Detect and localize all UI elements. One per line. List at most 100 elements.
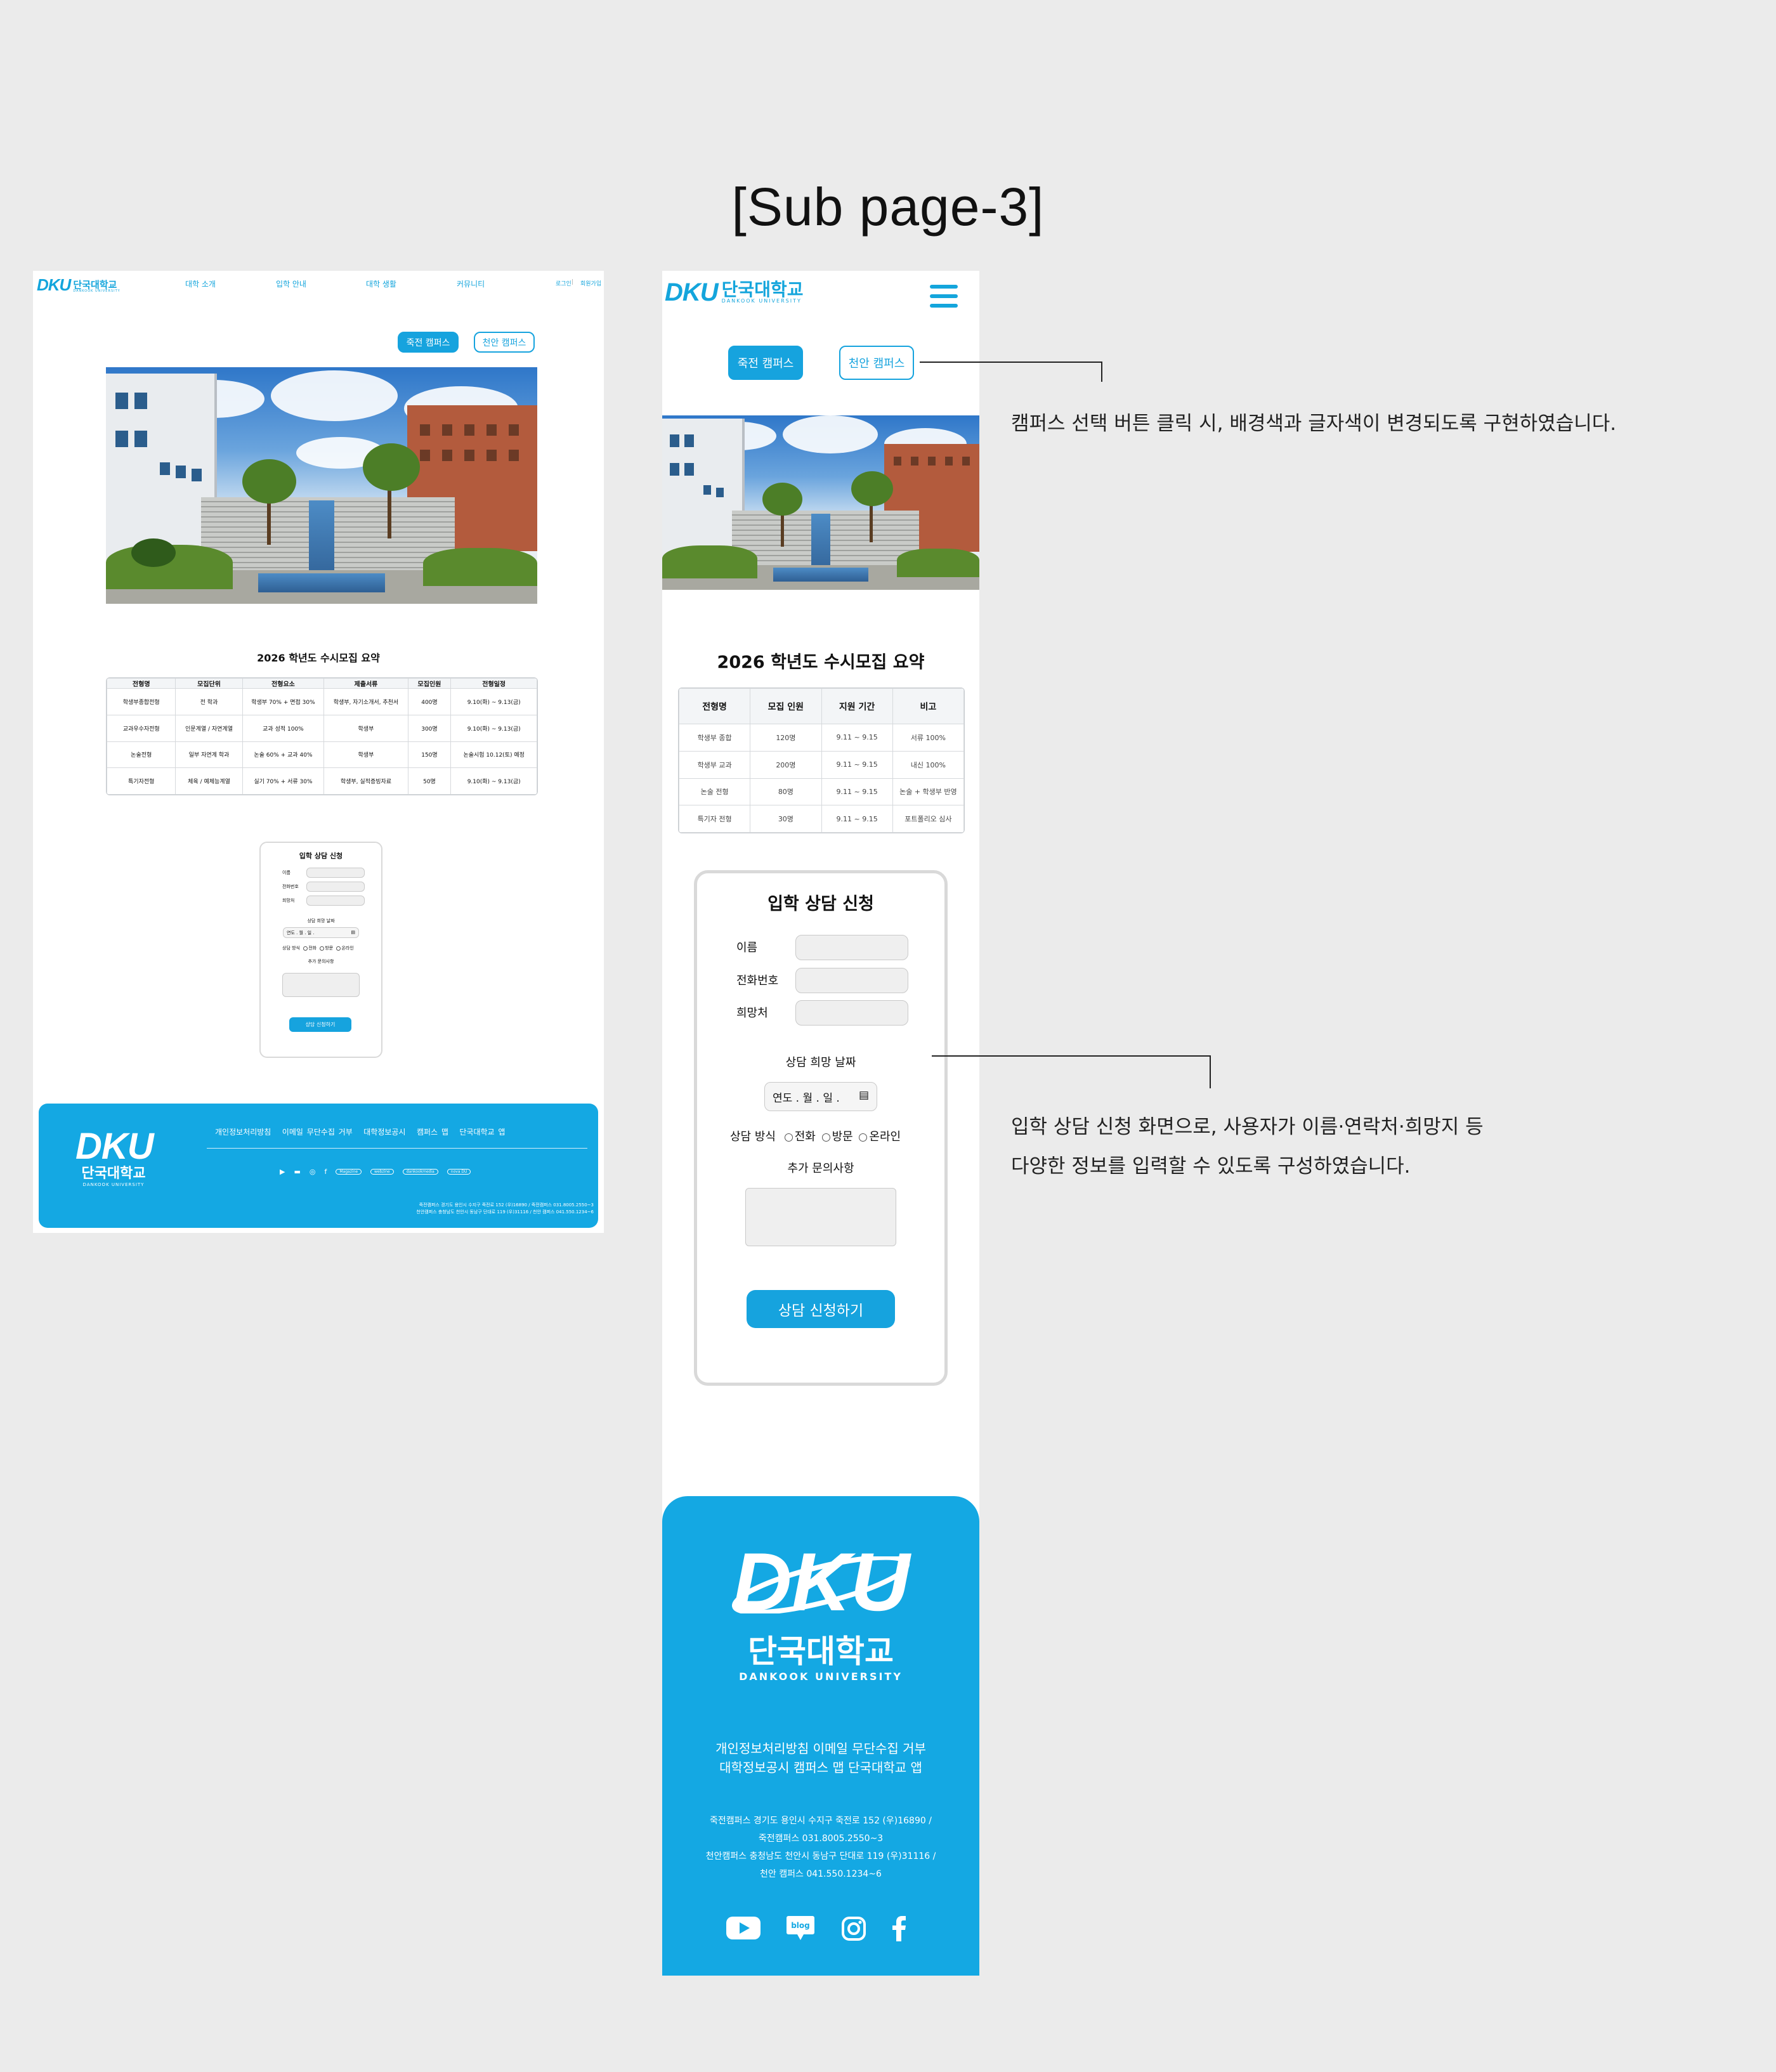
signup-link[interactable]: 회원가입 (580, 279, 601, 287)
footer-social: blog (726, 1913, 916, 1943)
nav-item-campus-life[interactable]: 대학 생활 (366, 278, 396, 289)
blog-icon[interactable]: ▬ (294, 1168, 300, 1176)
partner-magazine[interactable]: Magazine (336, 1169, 362, 1175)
table-cell: 학생부 (323, 741, 408, 769)
radio-visit[interactable] (821, 1133, 830, 1142)
table-cell: 논술시험 10.12(토) 예정 (450, 741, 537, 769)
annotation-form-line: 다양한 정보를 입력할 수 있도록 구성하였습니다. (1011, 1155, 1411, 1178)
footer: DKU 단국대학교 DANKOOK UNIVERSITY 개인정보처리방침 이메… (39, 1104, 598, 1228)
table-header: 전형명 (679, 688, 751, 724)
header-logo[interactable]: DKU 단국대학교 DANKOOK UNIVERSITY (37, 277, 121, 293)
table-cell: 체육 / 예체능계열 (175, 767, 243, 795)
radio-phone[interactable] (784, 1133, 793, 1142)
radio-online[interactable] (336, 946, 341, 951)
footer-logo-en: DANKOOK UNIVERSITY (82, 1182, 145, 1187)
calendar-icon[interactable]: ▤ (859, 1089, 869, 1102)
submit-button[interactable]: 상담 신청하기 (289, 1017, 351, 1032)
table-cell: 논술전형 (107, 741, 176, 769)
calendar-icon[interactable]: ▤ (351, 930, 355, 935)
footer-logo: DKU 단국대학교 DANKOOK UNIVERSITY (75, 1128, 154, 1188)
hamburger-menu-icon[interactable] (930, 285, 958, 308)
util-divider: | (571, 279, 574, 285)
table-cell: 120명 (750, 724, 822, 752)
consult-form: 입학 상담 신청 이름 전화번호 희망처 상담 희망 날짜 연도 . 월 . 일… (259, 842, 382, 1058)
footer-link-disclosure[interactable]: 대학정보공시 (363, 1128, 405, 1137)
table-header: 전형명 (107, 678, 176, 689)
table-header: 전형요소 (242, 678, 325, 689)
table-row: 학생부 교과 200명 9.11 ~ 9.15 내신 100% (679, 750, 964, 779)
table-row: 논술전형 일부 자연계 학과 논술 60% + 교과 40% 학생부 150명 … (107, 741, 537, 769)
phone-input[interactable] (306, 882, 365, 892)
instagram-icon[interactable]: ◎ (310, 1168, 316, 1176)
table-cell: 학생부 70% + 면접 30% (242, 688, 325, 715)
table-cell: 150명 (407, 741, 452, 769)
campus-button-cheonan[interactable]: 천안 캠퍼스 (839, 346, 914, 380)
extra-label: 추가 문의사항 (308, 959, 334, 964)
partner-novadu[interactable]: nova DU (447, 1169, 471, 1175)
table-header: 모집 인원 (750, 688, 822, 724)
table-cell: 9.11 ~ 9.15 (821, 724, 893, 752)
phone-input[interactable] (795, 968, 908, 993)
table-cell: 포트폴리오 심사 (892, 805, 964, 833)
youtube-icon[interactable]: ▶ (280, 1168, 285, 1176)
table-cell: 학생부, 자기소개서, 추천서 (323, 688, 408, 715)
table-cell: 80명 (750, 778, 822, 806)
footer-link-privacy[interactable]: 개인정보처리방침 (215, 1128, 271, 1137)
admission-table: 전형명 모집단위 전형요소 제출서류 모집인원 전형일정 학생부종합전형 전 학… (106, 677, 538, 795)
table-row: 논술 전형 80명 9.11 ~ 9.15 논술 + 학생부 반영 (679, 778, 964, 806)
summary-title: 2026 학년도 수시모집 요약 (257, 652, 380, 664)
login-link[interactable]: 로그인 (556, 279, 571, 287)
table-cell: 논술 60% + 교과 40% (242, 741, 325, 769)
extra-textarea[interactable] (282, 973, 360, 997)
extra-textarea[interactable] (745, 1188, 896, 1246)
date-placeholder: 연도 . 월 . 일 . (773, 1092, 840, 1105)
youtube-icon[interactable] (726, 1916, 761, 1940)
footer-link-app[interactable]: 단국대학교 앱 (459, 1128, 505, 1137)
annotation-leader-form-tick (1210, 1055, 1211, 1088)
nav-item-about[interactable]: 대학 소개 (185, 278, 216, 289)
date-input[interactable]: 연도 . 월 . 일 . ▤ (283, 927, 359, 938)
campus-button-jukjeon[interactable]: 죽전 캠퍼스 (728, 346, 803, 380)
instagram-icon[interactable] (841, 1916, 866, 1941)
blog-icon[interactable]: blog (786, 1915, 815, 1943)
phone-label: 전화번호 (736, 974, 779, 987)
hope-input[interactable] (306, 896, 365, 906)
name-input[interactable] (795, 935, 908, 960)
partner-webzine[interactable]: webzine (370, 1169, 394, 1175)
radio-phone-label: 전화 (794, 1130, 816, 1144)
nav-item-community[interactable]: 커뮤니티 (457, 278, 485, 289)
page-title: [Sub page-3] (731, 177, 1045, 237)
hope-input[interactable] (795, 1000, 908, 1026)
phone-label: 전화번호 (282, 884, 299, 889)
footer-links-line[interactable]: 개인정보처리방침 이메일 무단수집 거부 (662, 1739, 979, 1758)
table-cell: 9.11 ~ 9.15 (821, 805, 893, 833)
submit-button[interactable]: 상담 신청하기 (747, 1290, 895, 1328)
table-header: 지원 기간 (821, 688, 893, 724)
facebook-icon[interactable] (891, 1915, 907, 1941)
radio-phone[interactable] (303, 946, 308, 951)
date-placeholder: 연도 . 월 . 일 . (287, 930, 315, 935)
campus-button-cheonan[interactable]: 천안 캠퍼스 (474, 332, 535, 353)
table-header: 모집단위 (175, 678, 243, 689)
name-input[interactable] (306, 868, 365, 878)
radio-visit[interactable] (320, 946, 325, 951)
footer-logo-ko: 단국대학교 (748, 1633, 894, 1670)
name-label: 이름 (736, 941, 758, 955)
campus-button-jukjeon[interactable]: 죽전 캠퍼스 (398, 332, 459, 353)
date-input[interactable]: 연도 . 월 . 일 . ▤ (764, 1082, 877, 1111)
annotation-form-line: 입학 상담 신청 화면으로, 사용자가 이름·연락처·희망지 등 (1011, 1116, 1484, 1138)
footer-link-map[interactable]: 캠퍼스 맵 (417, 1128, 448, 1137)
radio-online[interactable] (859, 1133, 868, 1142)
nav-item-admission[interactable]: 입학 안내 (276, 278, 306, 289)
method-row: 상담 방식 전화 방문 온라인 (282, 945, 354, 951)
logo-name-en: DANKOOK UNIVERSITY (73, 289, 121, 293)
header-logo[interactable]: DKU 단국대학교 DANKOOK UNIVERSITY (665, 280, 803, 305)
facebook-icon[interactable]: f (324, 1168, 327, 1176)
dku-logo-mark: DKU (37, 275, 71, 294)
footer-links-line[interactable]: 대학정보공시 캠퍼스 맵 단국대학교 앱 (662, 1758, 979, 1777)
table-row: 특기자 전형 30명 9.11 ~ 9.15 포트폴리오 심사 (679, 805, 964, 833)
address-line: 천안캠퍼스 충청남도 천안시 동남구 단대로 119 (우)31116 / 천안… (416, 1209, 594, 1215)
footer-link-email[interactable]: 이메일 무단수집 거부 (282, 1128, 353, 1137)
partner-dankookmedia[interactable]: dankookmedia (402, 1169, 438, 1175)
method-label: 상담 방식 (730, 1130, 776, 1144)
